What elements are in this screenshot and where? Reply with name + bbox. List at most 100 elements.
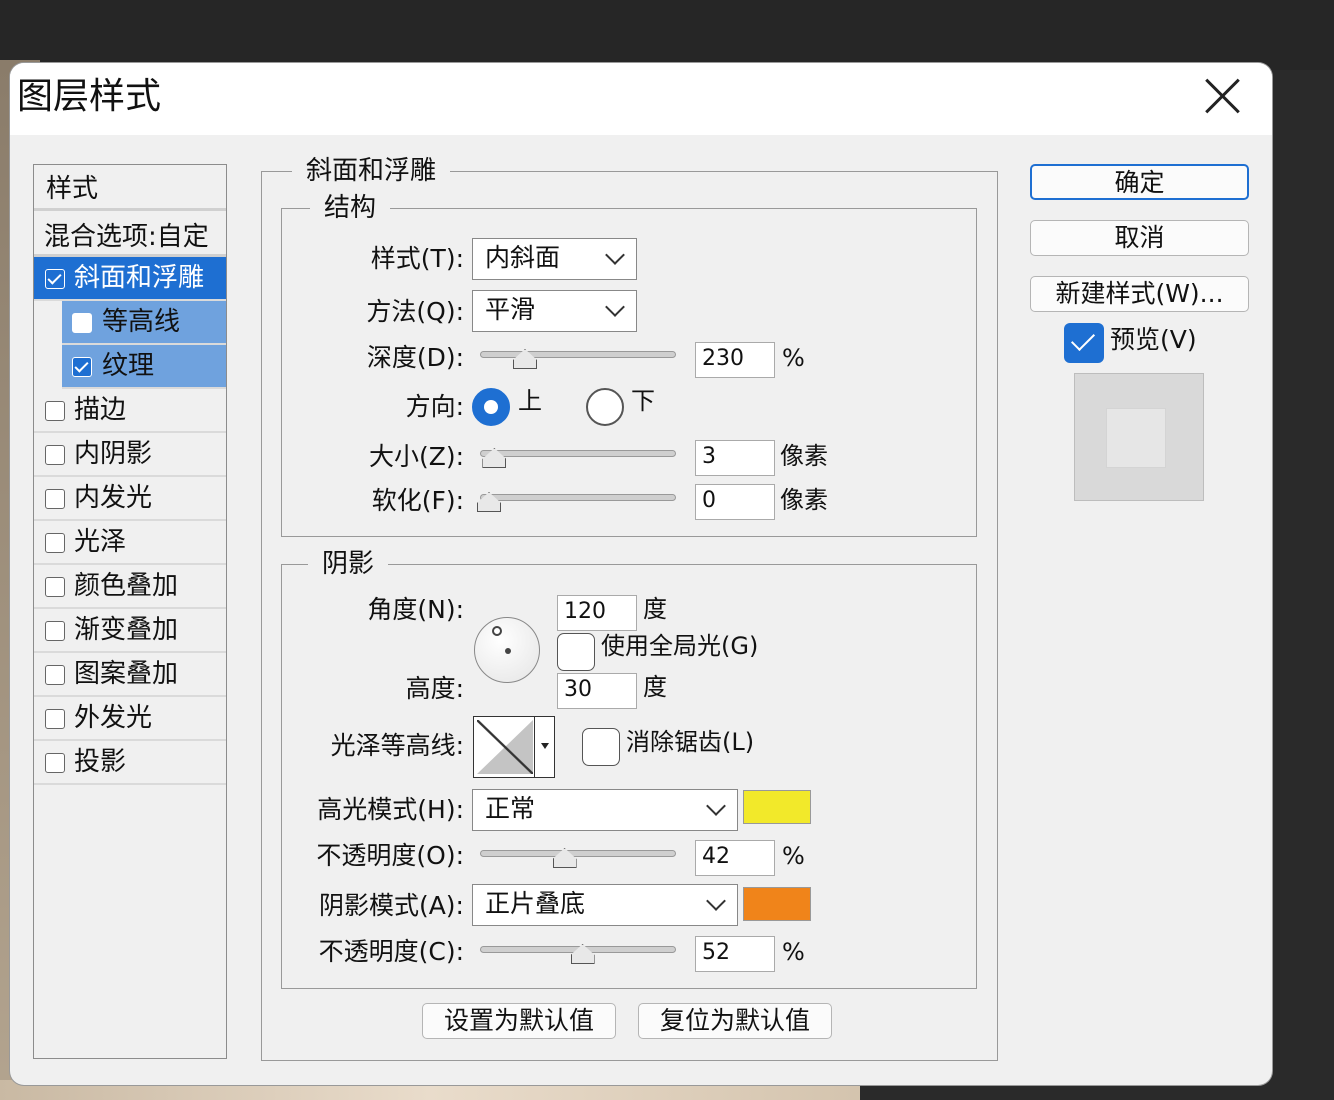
close-icon[interactable] [1200, 73, 1246, 119]
style-label: 样式(T): [370, 244, 464, 273]
shadow-mode-value: 正片叠底 [485, 889, 586, 918]
style-item-label: 内发光 [74, 483, 153, 513]
style-item-label: 外发光 [74, 703, 153, 733]
highlight-opacity-unit: % [782, 842, 805, 870]
angle-label: 角度(N): [367, 595, 464, 624]
style-select[interactable]: 内斜面 [472, 238, 637, 280]
depth-slider-track [480, 351, 676, 358]
style-item-label: 图案叠加 [74, 659, 179, 689]
style-item[interactable]: 内发光 [34, 477, 226, 521]
technique-select-value: 平滑 [485, 295, 536, 324]
layer-style-dialog: 图层样式 样式 混合选项:自定 斜面和浮雕 等高线 纹理 描边 内阴影 内发光 光泽 颜色叠加… [10, 63, 1272, 1085]
technique-select[interactable]: 平滑 [472, 290, 637, 332]
style-item[interactable]: 纹理 [62, 345, 226, 389]
chevron-down-icon [605, 297, 625, 317]
style-item-checkbox[interactable] [72, 313, 92, 333]
size-slider[interactable] [480, 446, 676, 466]
highlight-color-swatch[interactable] [743, 790, 811, 824]
soften-input[interactable]: 0 [695, 484, 775, 520]
shadow-opacity-label: 不透明度(C): [318, 937, 464, 966]
depth-slider[interactable] [480, 347, 676, 367]
angle-dial[interactable] [474, 617, 540, 683]
technique-label: 方法(Q): [366, 297, 464, 326]
size-input[interactable]: 3 [695, 440, 775, 476]
style-item[interactable]: 斜面和浮雕 [34, 257, 226, 301]
style-item[interactable]: 外发光 [34, 697, 226, 741]
altitude-unit: 度 [643, 673, 667, 701]
shadow-mode-select[interactable]: 正片叠底 [472, 884, 738, 926]
direction-down-radio[interactable] [586, 388, 624, 426]
highlight-opacity-input[interactable]: 42 [695, 840, 775, 876]
anti-alias-checkbox[interactable] [582, 728, 620, 766]
highlight-mode-label: 高光模式(H): [317, 795, 464, 824]
ok-button[interactable]: 确定 [1030, 164, 1249, 200]
style-item[interactable]: 图案叠加 [34, 653, 226, 697]
shadow-opacity-input[interactable]: 52 [695, 936, 775, 972]
style-item-label: 光泽 [74, 527, 127, 557]
style-item[interactable]: 颜色叠加 [34, 565, 226, 609]
style-item-checkbox[interactable] [45, 445, 65, 465]
contour-dropdown-icon[interactable] [534, 717, 554, 777]
global-light-label: 使用全局光(G) [601, 632, 759, 660]
style-item-checkbox[interactable] [45, 665, 65, 685]
highlight-mode-value: 正常 [485, 794, 536, 823]
style-item-checkbox[interactable] [45, 401, 65, 421]
direction-down-label: 下 [631, 387, 655, 415]
make-default-button[interactable]: 设置为默认值 [422, 1003, 616, 1039]
dialog-titlebar: 图层样式 [10, 63, 1272, 135]
soften-slider-track [480, 494, 676, 501]
structure-title: 结构 [310, 193, 391, 223]
blending-options-item[interactable]: 混合选项:自定 [34, 211, 226, 257]
size-label: 大小(Z): [368, 442, 464, 471]
direction-up-radio[interactable] [472, 388, 510, 426]
new-style-button[interactable]: 新建样式(W)... [1030, 276, 1249, 312]
highlight-opacity-track [480, 850, 676, 857]
style-item[interactable]: 内阴影 [34, 433, 226, 477]
angle-unit: 度 [643, 595, 667, 623]
altitude-input[interactable]: 30 [557, 673, 637, 709]
highlight-mode-select[interactable]: 正常 [472, 789, 738, 831]
global-light-checkbox[interactable] [557, 633, 595, 671]
altitude-label: 高度: [405, 674, 464, 703]
style-item-label: 纹理 [102, 351, 155, 381]
style-item-label: 等高线 [102, 307, 181, 337]
highlight-opacity-slider[interactable] [480, 846, 676, 866]
depth-unit: % [782, 344, 805, 372]
angle-input[interactable]: 120 [557, 595, 637, 631]
style-item[interactable]: 光泽 [34, 521, 226, 565]
style-item-checkbox[interactable] [45, 533, 65, 553]
style-item-checkbox[interactable] [45, 621, 65, 641]
dialog-title: 图层样式 [17, 76, 162, 117]
style-item-checkbox[interactable] [45, 269, 65, 289]
style-select-value: 内斜面 [485, 243, 561, 272]
style-item-checkbox[interactable] [45, 489, 65, 509]
style-item-checkbox[interactable] [45, 753, 65, 773]
style-item-label: 描边 [74, 395, 127, 425]
style-item[interactable]: 渐变叠加 [34, 609, 226, 653]
depth-label: 深度(D): [366, 343, 464, 372]
style-preview-swatch [1106, 408, 1166, 468]
styles-list: 样式 混合选项:自定 斜面和浮雕 等高线 纹理 描边 内阴影 内发光 光泽 颜色叠加 渐变叠加图… [33, 164, 227, 1059]
preview-checkbox[interactable] [1064, 323, 1104, 363]
style-item[interactable]: 投影 [34, 741, 226, 785]
preview-label: 预览(V) [1110, 325, 1197, 354]
style-item-checkbox[interactable] [45, 709, 65, 729]
reset-default-button[interactable]: 复位为默认值 [638, 1003, 832, 1039]
shadow-opacity-slider[interactable] [480, 942, 676, 962]
shadow-color-swatch[interactable] [743, 887, 811, 921]
style-preview-thumbnail [1074, 373, 1204, 501]
direction-up-label: 上 [518, 387, 542, 415]
style-item-checkbox[interactable] [45, 577, 65, 597]
angle-dial-handle[interactable] [492, 626, 502, 636]
gloss-contour-label: 光泽等高线: [330, 731, 464, 760]
style-item-checkbox[interactable] [72, 357, 92, 377]
soften-slider[interactable] [480, 490, 676, 510]
contour-line-icon [477, 720, 533, 774]
depth-input[interactable]: 230 [695, 342, 775, 378]
highlight-opacity-label: 不透明度(O): [316, 841, 464, 870]
style-item[interactable]: 描边 [34, 389, 226, 433]
cancel-button[interactable]: 取消 [1030, 220, 1249, 256]
style-item[interactable]: 等高线 [62, 301, 226, 345]
gloss-contour-picker[interactable] [473, 716, 555, 778]
soften-unit: 像素 [780, 486, 828, 514]
